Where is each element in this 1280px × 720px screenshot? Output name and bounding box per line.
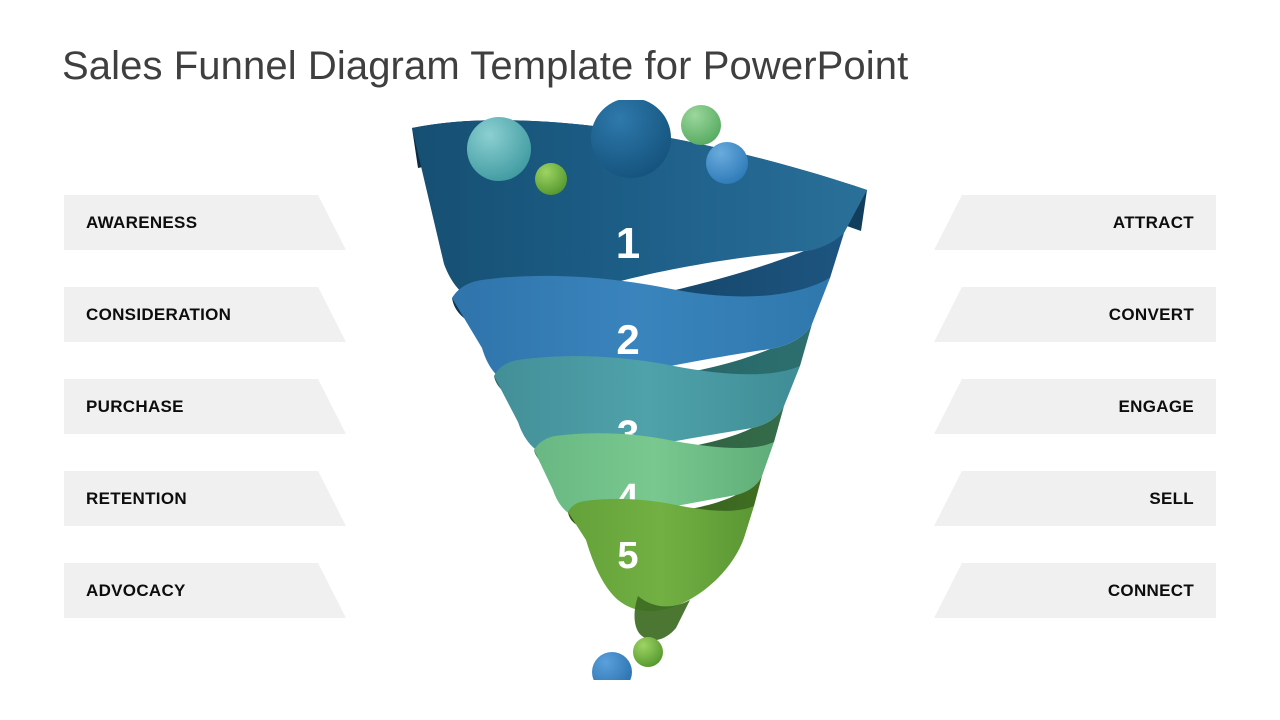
right-label-bar-3[interactable]: ENGAGE	[934, 379, 1216, 434]
page-title: Sales Funnel Diagram Template for PowerP…	[62, 44, 909, 88]
sales-funnel-graphic: 1 2 3 4	[400, 100, 880, 680]
bubble-blue-mid	[706, 142, 748, 184]
bubble-blue-bottom	[592, 652, 632, 680]
left-label-text-5: ADVOCACY	[86, 580, 186, 600]
bubble-green-bottom	[633, 637, 663, 667]
right-label-bar-2[interactable]: CONVERT	[934, 287, 1216, 342]
left-label-text-2: CONSIDERATION	[86, 304, 232, 324]
left-label-bar-2[interactable]: CONSIDERATION	[64, 287, 346, 342]
left-label-text-3: PURCHASE	[86, 396, 184, 416]
left-label-bar-3[interactable]: PURCHASE	[64, 379, 346, 434]
left-label-bar-5[interactable]: ADVOCACY	[64, 563, 346, 618]
bubble-green-light	[681, 105, 721, 145]
right-label-bar-4[interactable]: SELL	[934, 471, 1216, 526]
right-label-text-3: ENGAGE	[1118, 396, 1194, 416]
funnel-band-5-number: 5	[617, 535, 638, 577]
right-label-bar-5[interactable]: CONNECT	[934, 563, 1216, 618]
bubble-green-small	[535, 163, 567, 195]
bubble-blue-dark	[591, 100, 671, 178]
funnel-band-2-number: 2	[616, 316, 639, 363]
right-label-text-4: SELL	[1149, 488, 1194, 508]
bubble-teal-large	[467, 117, 531, 181]
left-label-text-4: RETENTION	[86, 488, 187, 508]
right-label-bar-1[interactable]: ATTRACT	[934, 195, 1216, 250]
funnel-band-1-number: 1	[616, 219, 640, 268]
funnel-svg: 1 2 3 4	[412, 100, 867, 680]
slide-canvas: Sales Funnel Diagram Template for PowerP…	[0, 0, 1280, 720]
right-label-text-5: CONNECT	[1107, 580, 1194, 600]
right-label-text-2: CONVERT	[1108, 304, 1194, 324]
left-label-bar-1[interactable]: AWARENESS	[64, 195, 346, 250]
right-label-text-1: ATTRACT	[1112, 212, 1194, 232]
left-label-bar-4[interactable]: RETENTION	[64, 471, 346, 526]
left-label-text-1: AWARENESS	[86, 212, 198, 232]
funnel-band-5-face	[568, 498, 754, 612]
